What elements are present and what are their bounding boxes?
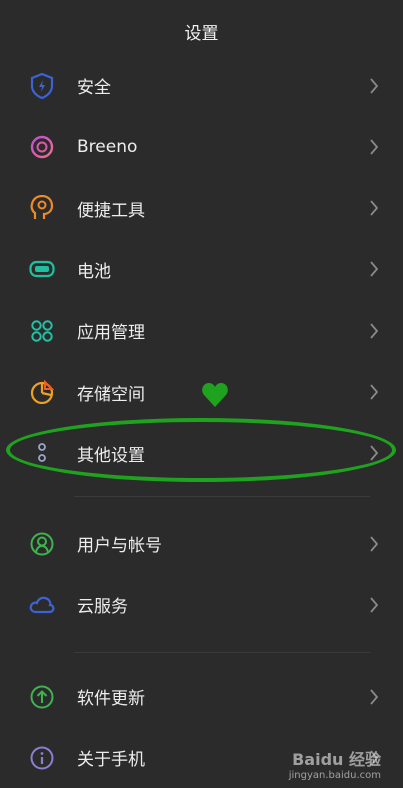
- chevron-right-icon: [369, 597, 379, 613]
- settings-row-cloud-service[interactable]: 云服务: [0, 574, 403, 635]
- cloud-icon: [28, 591, 56, 619]
- settings-row-label: 软件更新: [77, 689, 145, 709]
- settings-row-label: 电池: [77, 261, 111, 282]
- settings-row-label: 关于手机: [77, 750, 145, 771]
- info-icon: [28, 744, 56, 772]
- dots-icon: [28, 439, 56, 467]
- chevron-right-icon: [369, 261, 379, 277]
- settings-row-label: 应用管理: [77, 323, 145, 344]
- heart-icon: [202, 383, 228, 407]
- settings-row-breeno[interactable]: Breeno: [0, 116, 403, 177]
- chevron-right-icon: [369, 139, 379, 155]
- settings-row-software-update[interactable]: 软件更新: [0, 666, 403, 727]
- breeno-ring-icon: [28, 133, 56, 161]
- settings-row-label: 存储空间: [77, 384, 145, 405]
- user-circle-icon: [28, 530, 56, 558]
- settings-row-user-account[interactable]: 用户与帐号: [0, 513, 403, 574]
- settings-row-other-settings[interactable]: 其他设置: [0, 423, 403, 484]
- settings-row-label: Breeno: [77, 136, 138, 157]
- chevron-right-icon: [369, 445, 379, 461]
- settings-row-label: 用户与帐号: [77, 536, 162, 556]
- settings-row-label: 安全: [77, 78, 111, 98]
- chevron-right-icon: [369, 323, 379, 339]
- header: 设置: [0, 0, 403, 62]
- section-divider: [74, 652, 370, 653]
- update-arrow-icon: [28, 683, 56, 711]
- chevron-right-icon: [369, 384, 379, 400]
- head-gear-icon: [28, 194, 56, 222]
- chevron-right-icon: [369, 200, 379, 216]
- section-divider: [74, 496, 370, 497]
- app-grid-icon: [28, 317, 56, 345]
- storage-pie-icon: [28, 378, 56, 406]
- settings-row-app-management[interactable]: 应用管理: [0, 300, 403, 361]
- baidu-watermark: Baidu 经验 jingyan.baidu.com: [289, 746, 381, 781]
- settings-row-label: 其他设置: [77, 445, 145, 466]
- settings-row-label: 云服务: [77, 597, 128, 618]
- page-title: 设置: [184, 23, 219, 44]
- settings-row-security[interactable]: 安全: [0, 55, 403, 116]
- watermark-brand: Baidu 经验: [292, 750, 381, 769]
- watermark-url: jingyan.baidu.com: [288, 770, 381, 781]
- chevron-right-icon: [369, 77, 379, 94]
- chevron-right-icon: [369, 535, 379, 552]
- shield-bolt-icon: [28, 72, 56, 100]
- settings-row-convenience-tools[interactable]: 便捷工具: [0, 178, 403, 239]
- chevron-right-icon: [369, 688, 379, 705]
- settings-row-label: 便捷工具: [77, 200, 145, 221]
- settings-row-battery[interactable]: 电池: [0, 239, 403, 300]
- battery-icon: [28, 255, 56, 283]
